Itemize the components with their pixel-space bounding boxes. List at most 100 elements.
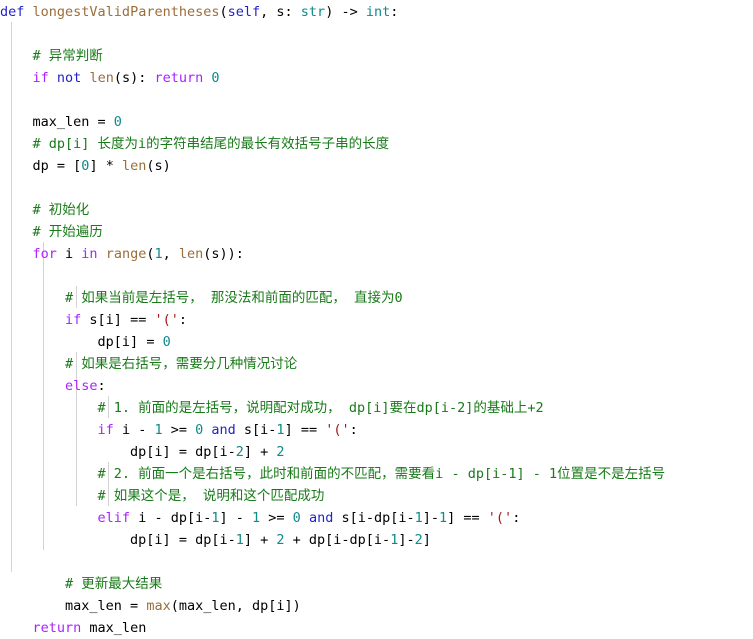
code-line-23[interactable]: # 如果这个是， 说明和这个匹配成功 xyxy=(0,485,753,507)
token-type-int: int xyxy=(365,4,391,20)
token-args: (s) xyxy=(146,158,171,174)
token-loopvar: i xyxy=(56,246,82,262)
code-line-14[interactable]: # 如果当前是左括号， 那没法和前面的匹配， 直接为0 xyxy=(0,287,753,309)
code-line-10[interactable]: # 初始化 xyxy=(0,199,753,221)
token-number: 1 xyxy=(276,422,285,438)
code-line-20[interactable]: if i - 1 >= 0 and s[i-1] == '(': xyxy=(0,419,753,441)
token-number: 0 xyxy=(162,334,171,350)
token-expr-e: s[i-dp[i- xyxy=(333,510,415,526)
token-op-g: ] == xyxy=(447,510,488,526)
token-builtin-range: range xyxy=(97,246,147,262)
token-keyword-if: if xyxy=(32,70,49,86)
token-paren-open: ( xyxy=(219,4,228,20)
token-number: 1 xyxy=(252,510,261,526)
code-line-25[interactable]: dp[i] = dp[i-1] + 2 + dp[i-dp[i-1]-2] xyxy=(0,529,753,551)
token-number: 1 xyxy=(414,510,423,526)
code-line-4[interactable]: if not len(s): return 0 xyxy=(0,67,753,89)
token-expr: s[i] == xyxy=(81,312,155,328)
token-op-b: ] - xyxy=(219,510,252,526)
token-var-maxlen: max_len xyxy=(81,620,147,636)
code-line-11[interactable]: # 开始遍历 xyxy=(0,221,753,243)
token-builtin-len: len xyxy=(178,246,204,262)
token-number: 2 xyxy=(235,444,244,460)
token-expr-a: dp[i] = dp[i- xyxy=(130,532,236,548)
token-args: (s): xyxy=(113,70,155,86)
code-line-2-blank[interactable] xyxy=(0,23,753,45)
token-builtin-len: len xyxy=(89,70,114,86)
token-comment: # 如果这个是， 说明和这个匹配成功 xyxy=(97,488,325,504)
token-keyword-for: for xyxy=(32,246,57,262)
token-assign-maxlen: max_len = xyxy=(65,598,147,614)
token-keyword-return: return xyxy=(154,70,204,86)
token-colon: : xyxy=(178,312,187,328)
token-colon-end: : xyxy=(390,4,399,20)
token-number: 1 xyxy=(439,510,448,526)
code-line-18[interactable]: else: xyxy=(0,375,753,397)
token-comment: # dp[i] 长度为i的字符串结尾的最长有效括号子串的长度 xyxy=(32,136,390,152)
code-line-12[interactable]: for i in range(1, len(s)): xyxy=(0,243,753,265)
token-keyword-def: def xyxy=(0,4,25,20)
token-number: 2 xyxy=(414,532,423,548)
token-bracket-close: ] xyxy=(422,532,431,548)
token-builtin-max: max xyxy=(146,598,171,614)
token-assign-maxlen: max_len = xyxy=(32,114,114,130)
token-expr-a: i - xyxy=(113,422,155,438)
token-op: ] + xyxy=(243,444,277,460)
token-number: 1 xyxy=(154,246,163,262)
code-line-13-blank[interactable] xyxy=(0,265,753,287)
token-number: 2 xyxy=(276,532,285,548)
code-line-1[interactable]: def longestValidParentheses(self, s: str… xyxy=(0,1,753,23)
token-string: '(' xyxy=(154,312,179,328)
token-keyword-not: not xyxy=(56,70,82,86)
code-line-26-blank[interactable] xyxy=(0,551,753,573)
code-line-6[interactable]: max_len = 0 xyxy=(0,111,753,133)
code-line-24[interactable]: elif i - dp[i-1] - 1 >= 0 and s[i-dp[i-1… xyxy=(0,507,753,529)
code-line-19[interactable]: # 1. 前面的是左括号，说明配对成功， dp[i]要在dp[i-2]的基础上+… xyxy=(0,397,753,419)
code-line-22[interactable]: # 2. 前面一个是右括号，此时和前面的不匹配，需要看i - dp[i-1] -… xyxy=(0,463,753,485)
token-number: 2 xyxy=(276,444,285,460)
token-comment: # 如果是右括号，需要分几种情况讨论 xyxy=(65,356,298,372)
token-string: '(' xyxy=(325,422,350,438)
token-op-f: ]- xyxy=(422,510,440,526)
token-keyword-else: else xyxy=(65,378,98,394)
token-op-eq: ] == xyxy=(284,422,326,438)
code-line-15[interactable]: if s[i] == '(': xyxy=(0,309,753,331)
token-tail: (s)): xyxy=(203,246,244,262)
token-assign-dp: dp = [ xyxy=(32,158,82,174)
code-lines[interactable]: def longestValidParentheses(self, s: str… xyxy=(0,0,753,639)
code-editor-viewport[interactable]: def longestValidParentheses(self, s: str… xyxy=(0,0,753,636)
code-line-8[interactable]: dp = [0] * len(s) xyxy=(0,155,753,177)
token-arrow: -> xyxy=(333,4,366,20)
token-assign-dpi: dp[i] = xyxy=(97,334,163,350)
code-line-17[interactable]: # 如果是右括号，需要分几种情况讨论 xyxy=(0,353,753,375)
token-colon: : xyxy=(284,4,301,20)
code-line-28[interactable]: max_len = max(max_len, dp[i]) xyxy=(0,595,753,617)
code-line-16[interactable]: dp[i] = 0 xyxy=(0,331,753,353)
token-comment: # 开始遍历 xyxy=(32,224,103,240)
code-line-21[interactable]: dp[i] = dp[i-2] + 2 xyxy=(0,441,753,463)
token-number: 0 xyxy=(113,114,122,130)
token-colon: : xyxy=(349,422,358,438)
token-function-name: longestValidParentheses xyxy=(32,4,220,20)
code-line-7[interactable]: # dp[i] 长度为i的字符串结尾的最长有效括号子串的长度 xyxy=(0,133,753,155)
token-expr-a: dp[i] = dp[i- xyxy=(130,444,236,460)
code-line-9-blank[interactable] xyxy=(0,177,753,199)
code-line-27[interactable]: # 更新最大结果 xyxy=(0,573,753,595)
code-line-29[interactable]: return max_len xyxy=(0,617,753,639)
code-line-5-blank[interactable] xyxy=(0,89,753,111)
token-comment: # 更新最大结果 xyxy=(65,576,163,592)
code-line-3[interactable]: # 异常判断 xyxy=(0,45,753,67)
